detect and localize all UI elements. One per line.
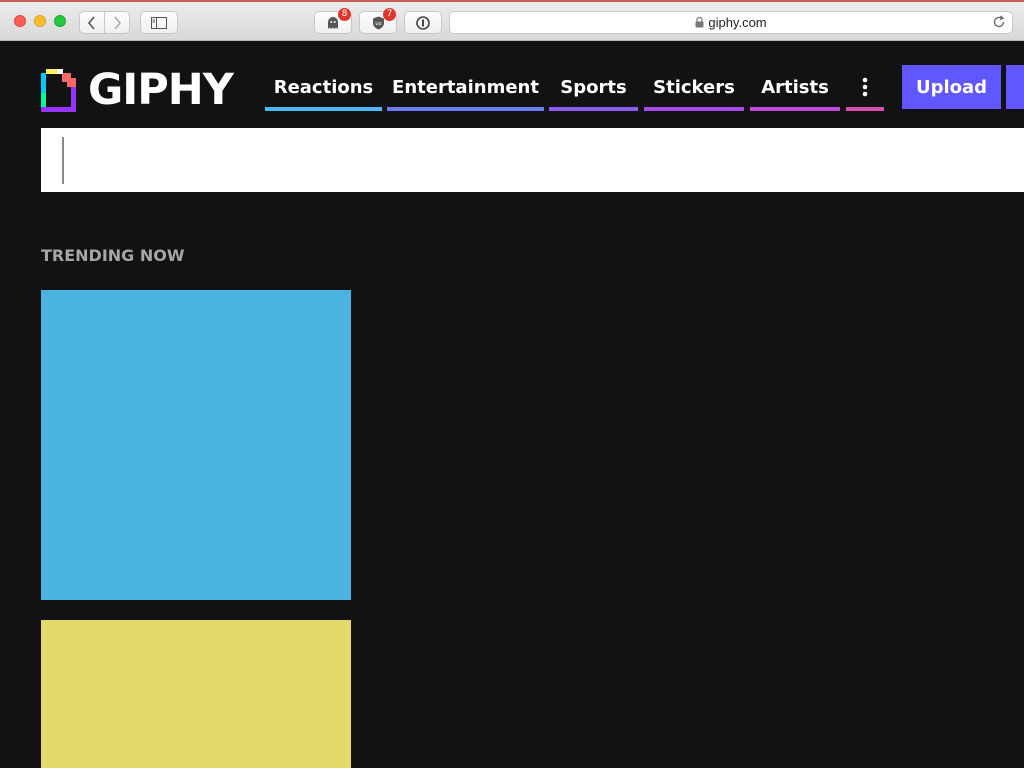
giphy-logo[interactable]: GIPHY: [41, 65, 234, 115]
sidebar-icon: [151, 16, 167, 29]
nav-reactions[interactable]: Reactions: [265, 65, 382, 111]
url-text: giphy.com: [708, 15, 767, 30]
ghost-badge: 8: [338, 8, 351, 21]
minimize-window-button[interactable]: [34, 15, 46, 27]
ublock-extension-button[interactable]: uo 7: [359, 8, 397, 34]
nav-label: Artists: [761, 76, 829, 98]
reload-icon[interactable]: [992, 15, 1006, 32]
nav-sports[interactable]: Sports: [549, 65, 638, 111]
gif-tile[interactable]: [41, 620, 351, 768]
nav-label: Stickers: [653, 76, 735, 98]
trending-heading: TRENDING NOW: [41, 246, 185, 265]
nav-artists[interactable]: Artists: [750, 65, 840, 111]
gif-tile[interactable]: [41, 290, 351, 600]
password-manager-button[interactable]: [404, 11, 442, 34]
chevron-right-icon: [114, 15, 122, 30]
giphy-page: GIPHY Reactions Entertainment Sports Sti…: [0, 41, 1024, 768]
logo-text: GIPHY: [88, 65, 234, 115]
more-vertical-icon: [862, 77, 868, 97]
nav-more[interactable]: [846, 65, 884, 111]
chevron-left-icon: [87, 15, 95, 30]
nav-underline: [549, 107, 638, 111]
browser-toolbar: 8 uo 7 giphy.com: [0, 0, 1024, 41]
close-window-button[interactable]: [14, 15, 26, 27]
back-button[interactable]: [79, 11, 105, 34]
forward-button[interactable]: [104, 11, 130, 34]
ghost-extension-button[interactable]: 8: [314, 8, 352, 34]
svg-text:uo: uo: [375, 21, 381, 27]
address-bar[interactable]: giphy.com: [449, 11, 1013, 34]
upload-button[interactable]: Upload: [902, 65, 1001, 109]
nav-entertainment[interactable]: Entertainment: [387, 65, 544, 111]
maximize-window-button[interactable]: [54, 15, 66, 27]
nav-label: Entertainment: [392, 76, 539, 98]
text-caret: [62, 137, 64, 184]
nav-underline: [644, 107, 744, 111]
ublock-badge: 7: [383, 8, 396, 21]
nav-stickers[interactable]: Stickers: [644, 65, 744, 111]
nav-underline: [387, 107, 544, 111]
create-button[interactable]: [1006, 65, 1024, 109]
giphy-logo-icon: [41, 68, 76, 112]
nav-underline: [846, 107, 884, 111]
nav-underline: [750, 107, 840, 111]
ghost-icon: [328, 16, 338, 29]
keyhole-icon: [416, 15, 430, 30]
nav-underline: [265, 107, 382, 111]
sidebar-toggle-button[interactable]: [140, 11, 178, 34]
shield-icon: uo: [372, 16, 384, 29]
nav-label: Reactions: [273, 76, 374, 98]
lock-icon: [695, 17, 704, 28]
search-input[interactable]: [41, 128, 1024, 192]
nav-label: Sports: [560, 76, 627, 98]
